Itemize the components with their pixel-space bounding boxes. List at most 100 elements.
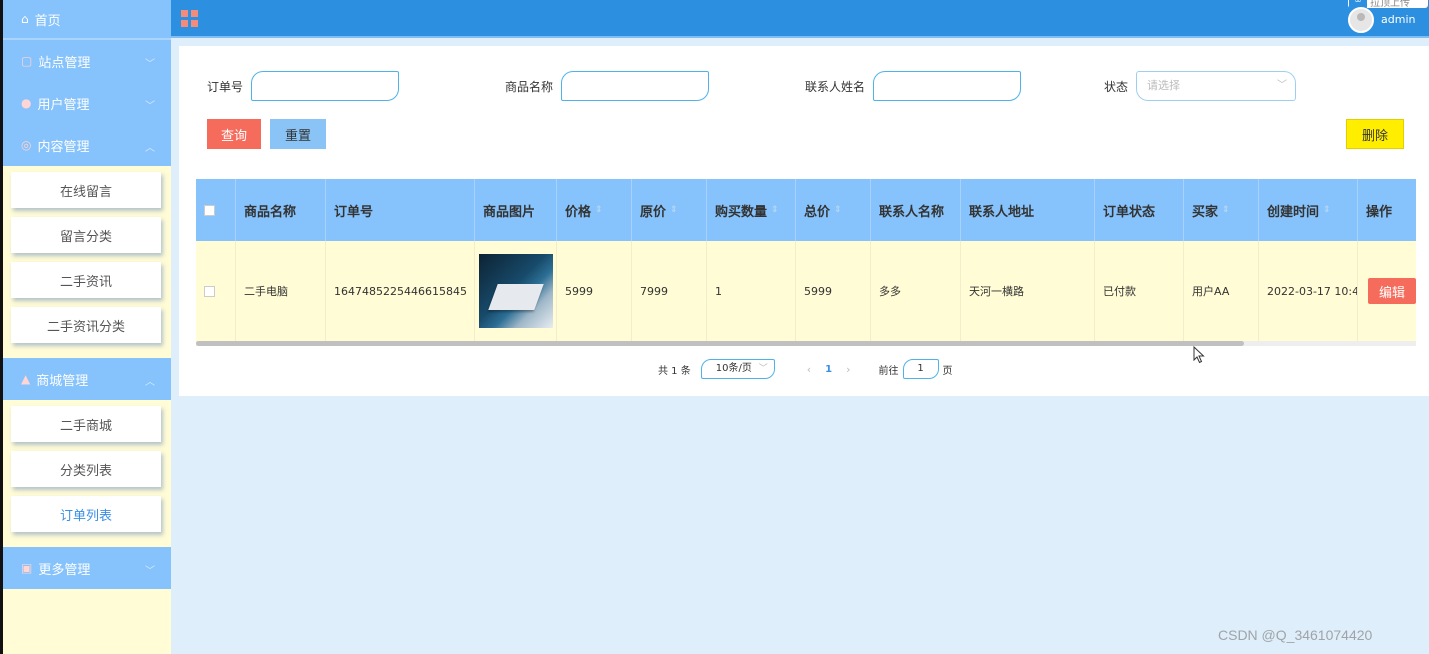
sidebar-item-label: 首页 <box>34 13 61 29</box>
cell-quantity: 1 <box>707 241 796 341</box>
prev-page-icon[interactable]: ‹ <box>807 363 811 376</box>
row-checkbox[interactable] <box>204 285 215 297</box>
table-row: 二手电脑 1647485225446615845 5999 7999 1 599… <box>196 241 1416 341</box>
cell-contact-address: 天河一横路 <box>961 241 1095 341</box>
cell-original-price: 7999 <box>632 241 707 341</box>
product-name-label: 商品名称 <box>505 79 554 94</box>
scrollbar-thumb[interactable] <box>196 341 1244 346</box>
col-created[interactable]: 创建时间 ⇕ <box>1259 179 1358 241</box>
sidebar-subitem-category-list[interactable]: 分类列表 <box>11 451 161 487</box>
sidebar-item-label: 商城管理 <box>36 373 89 389</box>
page-size-value: 10条/页 <box>715 363 752 374</box>
contact-name-input[interactable] <box>873 71 1022 101</box>
search-contact-name: 联系人姓名 <box>805 71 1022 101</box>
cell-product-image <box>475 241 557 341</box>
sidebar-subitem-order-list[interactable]: 订单列表 <box>11 496 161 532</box>
sort-icon: ⇕ <box>670 205 678 215</box>
search-product-name: 商品名称 <box>505 71 710 101</box>
order-no-input[interactable] <box>251 71 400 101</box>
watermark: CSDN @Q_3461074420 <box>1218 627 1373 643</box>
sidebar-item-site-mgmt[interactable]: ▢ 站点管理 ﹀ <box>3 40 171 82</box>
delete-button[interactable]: 删除 <box>1346 119 1404 149</box>
topbar: ∞ 拉顶上传 admin <box>171 0 1429 38</box>
product-name-input[interactable] <box>561 71 710 101</box>
select-all-checkbox[interactable] <box>204 204 215 216</box>
search-status: 状态 请选择 ﹀ <box>1104 71 1297 101</box>
goto-page-input[interactable]: 1 <box>902 359 939 379</box>
col-quantity[interactable]: 购买数量 ⇕ <box>707 179 796 241</box>
chevron-down-icon: ﹀ <box>145 101 155 112</box>
chevron-down-icon: ﹀ <box>758 364 768 374</box>
sort-icon: ⇕ <box>1222 205 1230 215</box>
more-icon: ▣ <box>21 561 33 575</box>
sidebar-item-user-mgmt[interactable]: ● 用户管理 ﹀ <box>3 82 171 124</box>
sidebar-item-content-mgmt[interactable]: ◎ 内容管理 ︿ <box>3 124 171 166</box>
col-contact-name[interactable]: 联系人名称 <box>871 179 961 241</box>
cell-order-no: 1647485225446615845 <box>326 241 475 341</box>
chevron-up-icon: ︿ <box>145 377 155 388</box>
sidebar-subitem-message-category[interactable]: 留言分类 <box>11 217 161 253</box>
col-contact-address: 联系人地址 <box>961 179 1095 241</box>
page-size-select[interactable]: 10条/页 ﹀ <box>700 359 775 379</box>
shop-icon: ▲ <box>21 372 31 386</box>
sort-icon: ⇕ <box>595 205 603 215</box>
chevron-down-icon: ﹀ <box>145 566 155 577</box>
search-order-no: 订单号 <box>207 71 400 101</box>
col-buyer-label: 买家 <box>1192 204 1219 220</box>
col-created-label: 创建时间 <box>1267 204 1320 220</box>
col-order-no: 订单号 <box>326 179 475 241</box>
contact-name-label: 联系人姓名 <box>805 79 866 94</box>
goto-label: 前往 <box>878 365 899 377</box>
sidebar-subitem-news[interactable]: 二手资讯 <box>11 262 161 298</box>
col-original-price[interactable]: 原价 ⇕ <box>632 179 707 241</box>
col-product-image: 商品图片 <box>475 179 557 241</box>
mouse-cursor-icon <box>1193 346 1205 364</box>
cell-buyer: 用户AA <box>1184 241 1259 341</box>
select-all-cell <box>196 179 236 241</box>
avatar[interactable] <box>1348 7 1374 33</box>
sidebar-subitem-online-message[interactable]: 在线留言 <box>11 172 161 208</box>
sidebar-item-more-mgmt[interactable]: ▣ 更多管理 ﹀ <box>3 547 171 589</box>
pagination-total: 共 1 条 <box>658 365 691 377</box>
cell-contact-name: 多多 <box>871 241 961 341</box>
mall-submenu: 二手商城 分类列表 订单列表 <box>3 400 171 547</box>
cell-order-status: 已付款 <box>1095 241 1184 341</box>
content-submenu: 在线留言 留言分类 二手资讯 二手资讯分类 <box>3 166 171 358</box>
col-order-status: 订单状态 <box>1095 179 1184 241</box>
content-icon: ◎ <box>21 138 32 152</box>
row-checkbox-cell <box>196 241 236 341</box>
horizontal-scrollbar[interactable] <box>196 341 1416 346</box>
col-price[interactable]: 价格 ⇕ <box>557 179 632 241</box>
chevron-down-icon: ﹀ <box>1277 80 1288 91</box>
username[interactable]: admin <box>1381 13 1415 26</box>
order-table: 商品名称 订单号 商品图片 价格 ⇕ 原价 ⇕ 购买数量 ⇕ 总价 ⇕ 联系人名称 联系… <box>196 179 1416 347</box>
sidebar-subitem-news-category[interactable]: 二手资讯分类 <box>11 307 161 343</box>
cell-total: 5999 <box>796 241 871 341</box>
col-quantity-label: 购买数量 <box>715 204 768 220</box>
user-icon: ● <box>21 96 32 110</box>
page-number-current[interactable]: 1 <box>825 364 832 375</box>
sidebar-item-label: 站点管理 <box>38 55 91 71</box>
query-button[interactable]: 查询 <box>207 119 261 149</box>
menu-grid-icon[interactable] <box>181 10 198 27</box>
product-thumbnail[interactable] <box>479 254 553 328</box>
sidebar-item-mall-mgmt[interactable]: ▲ 商城管理 ︿ <box>3 358 171 400</box>
reset-button[interactable]: 重置 <box>270 119 326 149</box>
edit-button[interactable]: 编辑 <box>1368 278 1416 304</box>
sidebar-item-home[interactable]: ⌂ 首页 <box>3 0 171 40</box>
sidebar-item-label: 用户管理 <box>37 97 90 113</box>
upload-badge-label: 拉顶上传 <box>1370 0 1410 9</box>
col-price-label: 价格 <box>565 204 592 220</box>
page-suffix: 页 <box>942 365 953 377</box>
home-icon: ⌂ <box>21 12 29 26</box>
col-total[interactable]: 总价 ⇕ <box>796 179 871 241</box>
sidebar-subitem-mall[interactable]: 二手商城 <box>11 406 161 442</box>
status-placeholder: 请选择 <box>1147 79 1181 92</box>
next-page-icon[interactable]: › <box>846 363 850 376</box>
col-contact-name-label: 联系人名称 <box>879 204 945 220</box>
status-select[interactable]: 请选择 ﹀ <box>1136 71 1297 101</box>
col-buyer[interactable]: 买家 ⇕ <box>1184 179 1259 241</box>
status-label: 状态 <box>1104 79 1129 94</box>
sort-icon: ⇕ <box>771 205 779 215</box>
table-header: 商品名称 订单号 商品图片 价格 ⇕ 原价 ⇕ 购买数量 ⇕ 总价 ⇕ 联系人名称 联系… <box>196 179 1416 241</box>
